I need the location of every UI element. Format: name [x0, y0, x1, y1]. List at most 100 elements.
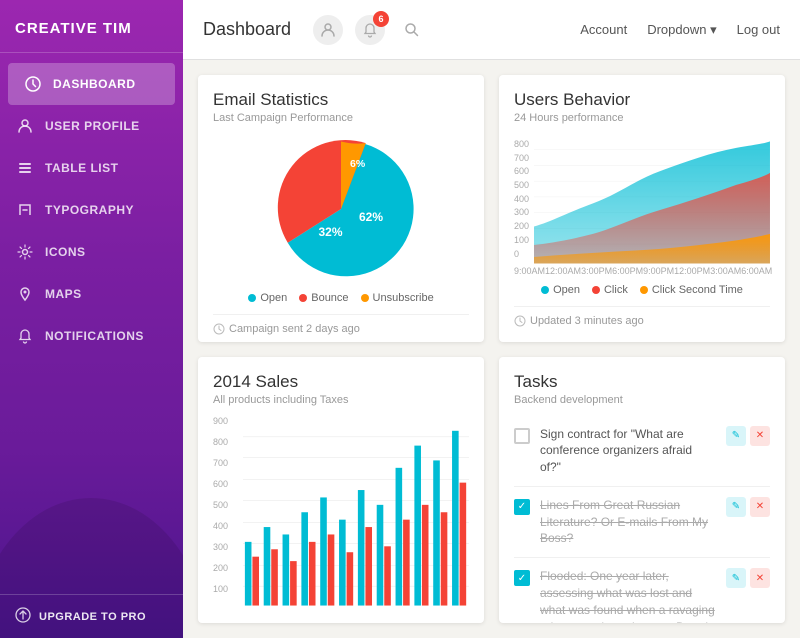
task-item: ✓ Flooded: One year later, assessing wha…: [514, 558, 770, 623]
dropdown-chevron-icon: ▾: [710, 22, 717, 37]
sidebar-item-icons-label: Icons: [45, 245, 86, 259]
bar-chart-inner: 100 200 300 400 500 600 700 800 900: [213, 416, 469, 609]
user-icon: [15, 116, 35, 136]
task-actions-2: ✎ ✕: [726, 497, 770, 517]
unsubscribe-label: Unsubscribe: [373, 292, 434, 304]
upgrade-label: Upgrade to Pro: [39, 611, 146, 623]
behavior-click-dot: [592, 286, 600, 294]
sidebar-item-maps[interactable]: Maps: [0, 273, 183, 315]
task-edit-button-2[interactable]: ✎: [726, 497, 746, 517]
behavior-svg: [534, 134, 770, 264]
email-pie-chart: 62% 32% 6%: [213, 134, 469, 284]
behavior-legend-open: Open: [541, 284, 580, 296]
behavior-area-chart: 800 700 600 500 400 300 200 100 0: [514, 134, 770, 276]
sidebar-item-user-profile-label: User Profile: [45, 119, 140, 133]
sales-card-subtitle: All products including Taxes: [213, 394, 469, 406]
email-legend-open: Open: [248, 292, 287, 304]
page-title: Dashboard: [203, 19, 291, 40]
bars-svg: [243, 416, 469, 609]
email-card-title: Email Statistics: [213, 90, 469, 110]
task-checkbox-3[interactable]: ✓: [514, 570, 530, 586]
task-delete-button-2[interactable]: ✕: [750, 497, 770, 517]
behavior-open-dot: [541, 286, 549, 294]
behavior-click-label: Click: [604, 284, 628, 296]
task-edit-button-1[interactable]: ✎: [726, 426, 746, 446]
svg-text:6%: 6%: [350, 158, 366, 170]
bounce-label: Bounce: [311, 292, 348, 304]
topbar-notifications-icon[interactable]: 6: [355, 15, 385, 45]
behavior-legend: Open Click Click Second Time: [514, 284, 770, 296]
gear-icon: [15, 242, 35, 262]
account-link[interactable]: Account: [580, 22, 627, 37]
logout-link[interactable]: Log out: [737, 22, 780, 37]
sales-bar-chart: 100 200 300 400 500 600 700 800 900: [213, 416, 469, 609]
pie-svg: 62% 32% 6%: [266, 134, 416, 284]
svg-text:62%: 62%: [359, 210, 383, 224]
behavior-open-label: Open: [553, 284, 580, 296]
task-text-1: Sign contract for "What are conference o…: [540, 426, 716, 476]
task-checkbox-1[interactable]: [514, 428, 530, 444]
svg-text:32%: 32%: [319, 225, 343, 239]
behavior-click2-label: Click Second Time: [652, 284, 743, 296]
sidebar-item-notifications-label: Notifications: [45, 329, 144, 343]
sidebar-item-typography[interactable]: Typography: [0, 189, 183, 231]
behavior-card-title: Users Behavior: [514, 90, 770, 110]
sidebar: CREATIVE TIM Dashboard User Profile: [0, 0, 183, 638]
task-checkbox-2[interactable]: ✓: [514, 499, 530, 515]
task-delete-button-1[interactable]: ✕: [750, 426, 770, 446]
email-statistics-card: Email Statistics Last Campaign Performan…: [198, 75, 484, 342]
users-behavior-card: Users Behavior 24 Hours performance 800 …: [499, 75, 785, 342]
email-legend-bounce: Bounce: [299, 292, 348, 304]
sidebar-logo: CREATIVE TIM: [0, 0, 183, 53]
sales-card: 2014 Sales All products including Taxes …: [198, 357, 484, 624]
upgrade-icon: [15, 607, 31, 626]
email-legend-unsubscribe: Unsubscribe: [361, 292, 434, 304]
sales-card-title: 2014 Sales: [213, 372, 469, 392]
clock-footer-icon: [213, 323, 225, 335]
typography-icon: [15, 200, 35, 220]
tasks-card-title: Tasks: [514, 372, 770, 392]
sidebar-item-dashboard-label: Dashboard: [53, 77, 136, 91]
sidebar-item-notifications[interactable]: Notifications: [0, 315, 183, 357]
upgrade-to-pro-button[interactable]: Upgrade to Pro: [0, 594, 183, 638]
behavior-legend-click: Click: [592, 284, 628, 296]
bounce-dot: [299, 294, 307, 302]
unsubscribe-dot: [361, 294, 369, 302]
sidebar-item-icons[interactable]: Icons: [0, 231, 183, 273]
sidebar-item-table-list-label: Table List: [45, 161, 118, 175]
chart-body: 800 700 600 500 400 300 200 100 0: [514, 134, 770, 264]
open-dot: [248, 294, 256, 302]
dropdown-link[interactable]: Dropdown ▾: [647, 22, 716, 38]
email-card-subtitle: Last Campaign Performance: [213, 112, 469, 124]
main-content: Dashboard 6 Account Dropdown: [183, 0, 800, 638]
topbar-search-icon[interactable]: [397, 15, 427, 45]
bars-area: [243, 416, 469, 609]
clock-footer2-icon: [514, 315, 526, 327]
task-delete-button-3[interactable]: ✕: [750, 568, 770, 588]
task-text-2: Lines From Great Russian Literature? Or …: [540, 497, 716, 547]
logo-text: CREATIVE TIM: [15, 20, 132, 37]
map-icon: [15, 284, 35, 304]
sidebar-item-dashboard[interactable]: Dashboard: [8, 63, 175, 105]
behavior-click2-dot: [640, 286, 648, 294]
open-label: Open: [260, 292, 287, 304]
notification-badge: 6: [373, 11, 389, 27]
sidebar-item-user-profile[interactable]: User Profile: [0, 105, 183, 147]
task-actions-3: ✎ ✕: [726, 568, 770, 588]
task-edit-button-3[interactable]: ✎: [726, 568, 746, 588]
bell-icon: [15, 326, 35, 346]
email-card-footer: Campaign sent 2 days ago: [213, 314, 469, 335]
task-actions-1: ✎ ✕: [726, 426, 770, 446]
email-legend: Open Bounce Unsubscribe: [213, 292, 469, 304]
sales-y-axis: 100 200 300 400 500 600 700 800 900: [213, 416, 243, 609]
list-icon: [15, 158, 35, 178]
behavior-footer-text: Updated 3 minutes ago: [530, 315, 644, 327]
topbar-right-links: Account Dropdown ▾ Log out: [580, 22, 780, 38]
topbar-avatar-icon[interactable]: [313, 15, 343, 45]
sidebar-item-table-list[interactable]: Table List: [0, 147, 183, 189]
behavior-card-footer: Updated 3 minutes ago: [514, 306, 770, 327]
sidebar-nav: Dashboard User Profile Table List: [0, 53, 183, 594]
task-item: ✓ Lines From Great Russian Literature? O…: [514, 487, 770, 558]
tasks-card: Tasks Backend development Sign contract …: [499, 357, 785, 624]
behavior-x-labels: 9:00AM 12:00AM 3:00PM 6:00PM 9:00PM 12:0…: [514, 266, 770, 276]
